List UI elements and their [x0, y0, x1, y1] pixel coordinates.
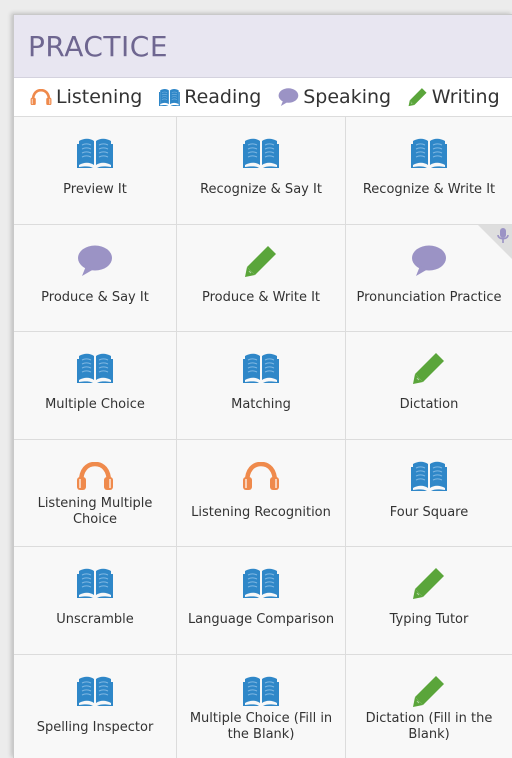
page-title: PRACTICE — [14, 30, 168, 63]
tile-label: Preview It — [57, 182, 133, 216]
activity-tile-pronunciation-practice[interactable]: Pronunciation Practice — [346, 225, 512, 333]
book-icon — [77, 566, 113, 600]
legend-label: Writing — [432, 86, 500, 108]
headphones-icon — [76, 459, 114, 493]
tile-label: Produce & Write It — [196, 290, 326, 324]
tile-label: Four Square — [384, 505, 474, 539]
microphone-icon — [496, 227, 510, 249]
book-icon — [77, 674, 113, 708]
activity-tile-listening-recognition[interactable]: Listening Recognition — [177, 440, 346, 548]
activity-tile-produce-say-it[interactable]: Produce & Say It — [14, 225, 177, 333]
activity-tile-matching[interactable]: Matching — [177, 332, 346, 440]
activity-tile-four-square[interactable]: Four Square — [346, 440, 512, 548]
activity-tile-unscramble[interactable]: Unscramble — [14, 547, 177, 655]
pencil-icon — [412, 674, 446, 708]
activity-grid: Preview It Recognize & Say It Recognize … — [14, 117, 512, 758]
legend-label: Speaking — [303, 86, 391, 108]
book-icon — [77, 136, 113, 170]
headphones-icon — [30, 89, 56, 105]
headphones-icon — [242, 459, 280, 493]
book-icon — [411, 136, 447, 170]
activity-tile-preview-it[interactable]: Preview It — [14, 117, 177, 225]
pencil-icon — [412, 566, 446, 600]
tile-label: Spelling Inspector — [31, 720, 160, 754]
legend-label: Listening — [56, 86, 142, 108]
tile-label: Matching — [225, 397, 297, 431]
speech-bubble-icon — [411, 244, 447, 278]
tile-label: Multiple Choice (Fill in the Blank) — [177, 710, 345, 744]
activity-tile-multiple-choice-fill-in-the-blank[interactable]: Multiple Choice (Fill in the Blank) — [177, 655, 346, 758]
speech-bubble-icon — [77, 244, 113, 278]
tile-label: Recognize & Write It — [357, 182, 501, 216]
activity-tile-typing-tutor[interactable]: Typing Tutor — [346, 547, 512, 655]
speech-bubble-icon — [278, 88, 303, 107]
book-icon — [159, 88, 184, 107]
legend-item-speaking: Speaking — [278, 86, 391, 108]
header: PRACTICE — [14, 15, 512, 78]
book-icon — [243, 566, 279, 600]
book-icon — [243, 351, 279, 385]
legend-item-writing: Writing — [408, 86, 500, 108]
activity-tile-dictation[interactable]: Dictation — [346, 332, 512, 440]
tile-label: Listening Recognition — [185, 505, 337, 539]
skill-legend: Listening Reading Speaking Writing — [14, 78, 512, 117]
activity-tile-spelling-inspector[interactable]: Spelling Inspector — [14, 655, 177, 758]
book-icon — [243, 136, 279, 170]
activity-tile-multiple-choice[interactable]: Multiple Choice — [14, 332, 177, 440]
activity-tile-recognize-write-it[interactable]: Recognize & Write It — [346, 117, 512, 225]
activity-tile-listening-multiple-choice[interactable]: Listening Multiple Choice — [14, 440, 177, 548]
tile-label: Dictation (Fill in the Blank) — [346, 710, 512, 744]
tile-label: Dictation — [394, 397, 465, 431]
activity-tile-dictation-fill-in-the-blank[interactable]: Dictation (Fill in the Blank) — [346, 655, 512, 758]
tile-label: Unscramble — [50, 612, 140, 646]
pencil-icon — [412, 351, 446, 385]
tile-label: Listening Multiple Choice — [14, 495, 176, 529]
tile-label: Produce & Say It — [35, 290, 155, 324]
activity-tile-recognize-say-it[interactable]: Recognize & Say It — [177, 117, 346, 225]
legend-label: Reading — [184, 86, 261, 108]
legend-item-listening: Listening — [30, 86, 142, 108]
activity-tile-produce-write-it[interactable]: Produce & Write It — [177, 225, 346, 333]
tile-label: Typing Tutor — [384, 612, 475, 646]
pencil-icon — [408, 87, 432, 107]
book-icon — [411, 459, 447, 493]
tile-label: Language Comparison — [182, 612, 340, 646]
tile-label: Recognize & Say It — [194, 182, 328, 216]
pencil-icon — [244, 244, 278, 278]
legend-item-reading: Reading — [159, 86, 261, 108]
activity-tile-language-comparison[interactable]: Language Comparison — [177, 547, 346, 655]
book-icon — [243, 674, 279, 708]
tile-label: Pronunciation Practice — [350, 290, 507, 324]
practice-panel: PRACTICE Listening Reading Speaking Writ… — [13, 14, 512, 758]
tile-label: Multiple Choice — [39, 397, 151, 431]
book-icon — [77, 351, 113, 385]
